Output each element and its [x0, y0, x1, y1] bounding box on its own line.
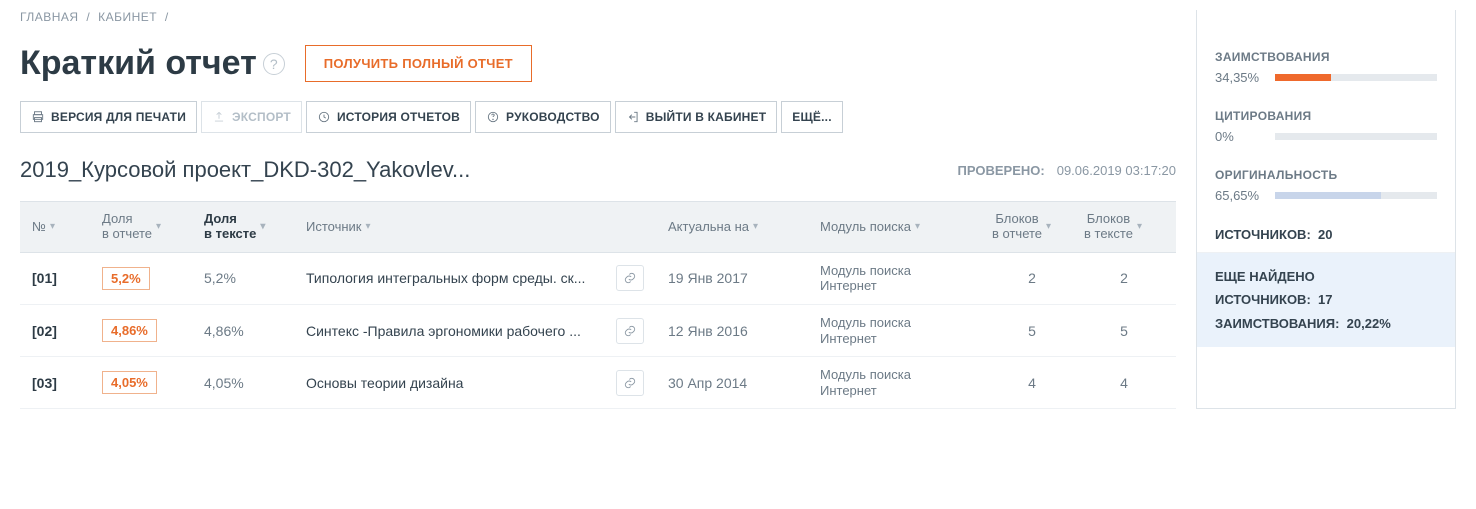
- history-button[interactable]: ИСТОРИЯ ОТЧЕТОВ: [306, 101, 471, 133]
- blocks-text: 4: [1084, 375, 1164, 391]
- question-icon: [486, 110, 500, 124]
- source-link-button[interactable]: [616, 318, 644, 344]
- export-button[interactable]: ЭКСПОРТ: [201, 101, 302, 133]
- borrowings-label: ЗАИМСТВОВАНИЯ: [1215, 50, 1437, 64]
- toolbar: ВЕРСИЯ ДЛЯ ПЕЧАТИ ЭКСПОРТ ИСТОРИЯ ОТЧЕТО…: [20, 101, 1176, 133]
- printer-icon: [31, 110, 45, 124]
- share-text: 4,86%: [204, 323, 294, 339]
- source-link-button[interactable]: [616, 265, 644, 291]
- citations-value: 0%: [1215, 129, 1265, 144]
- chevron-down-icon: ▾: [260, 221, 265, 232]
- borrowings-value: 34,35%: [1215, 70, 1265, 85]
- table-row: [03] 4,05% 4,05% Основы теории дизайна 30 Ап…: [20, 357, 1176, 408]
- share-report-pill[interactable]: 4,86%: [102, 319, 157, 342]
- exit-icon: [626, 110, 640, 124]
- chevron-down-icon: ▾: [1046, 221, 1051, 232]
- breadcrumb-home[interactable]: ГЛАВНАЯ: [20, 10, 79, 24]
- guide-button[interactable]: РУКОВОДСТВО: [475, 101, 611, 133]
- share-text: 5,2%: [204, 270, 294, 286]
- exit-button[interactable]: ВЫЙТИ В КАБИНЕТ: [615, 101, 778, 133]
- table-row: [01] 5,2% 5,2% Типология интегральных форм …: [20, 253, 1176, 305]
- page-title: Краткий отчет ?: [20, 44, 285, 83]
- search-module: Модуль поискаИнтернет: [820, 367, 980, 398]
- row-number: [02]: [32, 323, 90, 339]
- citations-bar: [1275, 133, 1437, 140]
- print-button[interactable]: ВЕРСИЯ ДЛЯ ПЕЧАТИ: [20, 101, 197, 133]
- source-title: Типология интегральных форм среды. ск...: [306, 270, 604, 286]
- chevron-down-icon: ▾: [50, 221, 55, 232]
- row-number: [01]: [32, 270, 90, 286]
- checked-date: ПРОВЕРЕНО: 09.06.2019 03:17:20: [958, 163, 1176, 178]
- col-blocks-text[interactable]: Блоковв тексте ▾: [1084, 212, 1164, 242]
- source-link-button[interactable]: [616, 370, 644, 396]
- chevron-down-icon: ▾: [753, 221, 758, 232]
- borrowings-bar: [1275, 74, 1437, 81]
- col-number[interactable]: №▾: [32, 219, 90, 234]
- row-number: [03]: [32, 375, 90, 391]
- blocks-text: 2: [1084, 270, 1164, 286]
- search-module: Модуль поискаИнтернет: [820, 315, 980, 346]
- breadcrumb: ГЛАВНАЯ / КАБИНЕТ /: [20, 10, 1176, 44]
- actual-date: 30 Апр 2014: [668, 375, 808, 391]
- col-source[interactable]: Источник▾: [306, 219, 604, 234]
- originality-label: ОРИГИНАЛЬНОСТЬ: [1215, 168, 1437, 182]
- blocks-report: 2: [992, 270, 1072, 286]
- source-title: Основы теории дизайна: [306, 375, 604, 391]
- chevron-down-icon: ▾: [366, 221, 371, 232]
- col-share-report[interactable]: Доляв отчете ▾: [102, 212, 192, 242]
- citations-label: ЦИТИРОВАНИЯ: [1215, 109, 1437, 123]
- search-module: Модуль поискаИнтернет: [820, 263, 980, 294]
- table-row: [02] 4,86% 4,86% Синтекс -Правила эргономик…: [20, 305, 1176, 357]
- sources-table: №▾ Доляв отчете ▾ Доляв тексте ▾ Источни…: [20, 201, 1176, 409]
- document-title: 2019_Курсовой проект_DKD-302_Yakovlev...: [20, 157, 470, 183]
- share-report-pill[interactable]: 5,2%: [102, 267, 150, 290]
- chevron-down-icon: ▾: [156, 221, 161, 232]
- originality-value: 65,65%: [1215, 188, 1265, 203]
- col-blocks-report[interactable]: Блоковв отчете ▾: [992, 212, 1072, 242]
- blocks-text: 5: [1084, 323, 1164, 339]
- sources-count: ИСТОЧНИКОВ: 20: [1197, 217, 1455, 253]
- source-title: Синтекс -Правила эргономики рабочего ...: [306, 323, 604, 339]
- chevron-down-icon: ▾: [915, 221, 920, 232]
- share-text: 4,05%: [204, 375, 294, 391]
- col-module[interactable]: Модуль поиска▾: [820, 219, 980, 234]
- more-button[interactable]: ЕЩЁ...: [781, 101, 842, 133]
- col-actual-on[interactable]: Актуальна на▾: [668, 219, 808, 234]
- originality-bar: [1275, 192, 1437, 199]
- actual-date: 19 Янв 2017: [668, 270, 808, 286]
- actual-date: 12 Янв 2016: [668, 323, 808, 339]
- share-report-pill[interactable]: 4,05%: [102, 371, 157, 394]
- breadcrumb-cabinet[interactable]: КАБИНЕТ: [98, 10, 157, 24]
- extra-found-block: ЕЩЕ НАЙДЕНО ИСТОЧНИКОВ: 17 ЗАИМСТВОВАНИЯ…: [1197, 253, 1455, 347]
- export-icon: [212, 110, 226, 124]
- blocks-report: 4: [992, 375, 1072, 391]
- col-share-text[interactable]: Доляв тексте ▾: [204, 212, 294, 242]
- help-icon[interactable]: ?: [263, 53, 285, 75]
- blocks-report: 5: [992, 323, 1072, 339]
- stats-sidebar: ЗАИМСТВОВАНИЯ 34,35% ЦИТИРОВАНИЯ 0% ОРИГ…: [1196, 10, 1456, 409]
- get-full-report-button[interactable]: ПОЛУЧИТЬ ПОЛНЫЙ ОТЧЕТ: [305, 45, 532, 82]
- clock-icon: [317, 110, 331, 124]
- chevron-down-icon: ▾: [1137, 221, 1142, 232]
